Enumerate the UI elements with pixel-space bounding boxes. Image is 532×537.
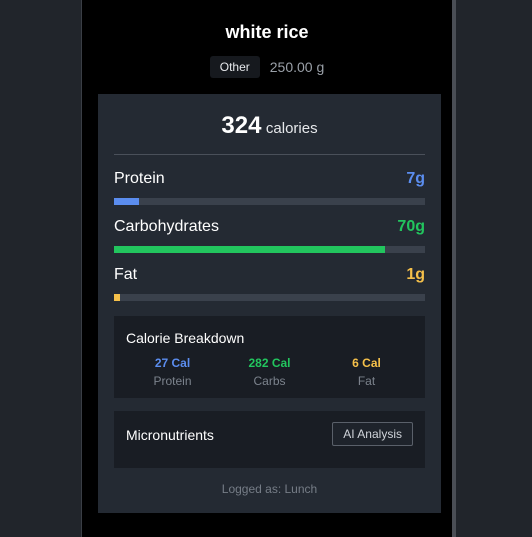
divider xyxy=(114,154,425,155)
micronutrients-title: Micronutrients xyxy=(126,427,214,443)
macro-protein: Protein 7g xyxy=(114,170,425,205)
macro-label: Fat xyxy=(114,266,138,283)
breakdown-label: Protein xyxy=(153,374,192,388)
macro-progress-bar xyxy=(114,198,425,205)
category-badge: Other xyxy=(209,56,260,78)
calorie-summary: 324 calories xyxy=(98,112,441,140)
left-background-panel xyxy=(0,0,82,537)
ai-analysis-button[interactable]: AI Analysis xyxy=(332,422,413,446)
breakdown-value: 6 Cal xyxy=(352,356,381,370)
breakdown-value: 282 Cal xyxy=(248,356,291,370)
macro-value: 1g xyxy=(406,266,425,283)
macro-fat: Fat 1g xyxy=(114,266,425,301)
breakdown-carbs: 282 Cal Carbs xyxy=(225,356,315,388)
macro-progress-fill xyxy=(114,294,121,301)
breakdown-columns: 27 Cal Protein 282 Cal Carbs 6 Cal Fat xyxy=(114,356,425,388)
macro-label: Protein xyxy=(114,170,165,187)
food-meta: Other 250.00 g xyxy=(82,56,452,78)
breakdown-fat: 6 Cal Fat xyxy=(322,356,412,388)
right-background-panel xyxy=(452,0,532,537)
macro-value: 70g xyxy=(397,218,425,235)
calorie-breakdown-panel: Calorie Breakdown 27 Cal Protein 282 Cal… xyxy=(114,316,425,398)
macro-carbohydrates: Carbohydrates 70g xyxy=(114,218,425,253)
macro-value: 7g xyxy=(406,170,425,187)
logged-meal-text: Logged as: Lunch xyxy=(221,482,318,496)
macro-label: Carbohydrates xyxy=(114,218,219,235)
breakdown-title: Calorie Breakdown xyxy=(126,330,245,346)
breakdown-label: Fat xyxy=(357,374,376,388)
calorie-unit: calories xyxy=(265,120,318,137)
macro-progress-fill xyxy=(114,246,385,253)
scrollbar-edge xyxy=(452,0,456,537)
serving-weight: 250.00 g xyxy=(269,59,325,75)
breakdown-value: 27 Cal xyxy=(154,356,191,370)
macro-progress-bar xyxy=(114,294,425,301)
nutrition-card: 324 calories Protein 7g Carbohydrates 70… xyxy=(98,94,441,513)
breakdown-protein: 27 Cal Protein xyxy=(128,356,218,388)
breakdown-label: Carbs xyxy=(253,374,286,388)
calorie-count: 324 xyxy=(221,112,262,139)
macro-progress-fill xyxy=(114,198,139,205)
macro-progress-bar xyxy=(114,246,425,253)
food-detail-screen: white rice Other 250.00 g 324 calories P… xyxy=(82,0,452,537)
micronutrients-panel: Micronutrients AI Analysis xyxy=(114,411,425,468)
food-title: white rice xyxy=(225,22,309,42)
